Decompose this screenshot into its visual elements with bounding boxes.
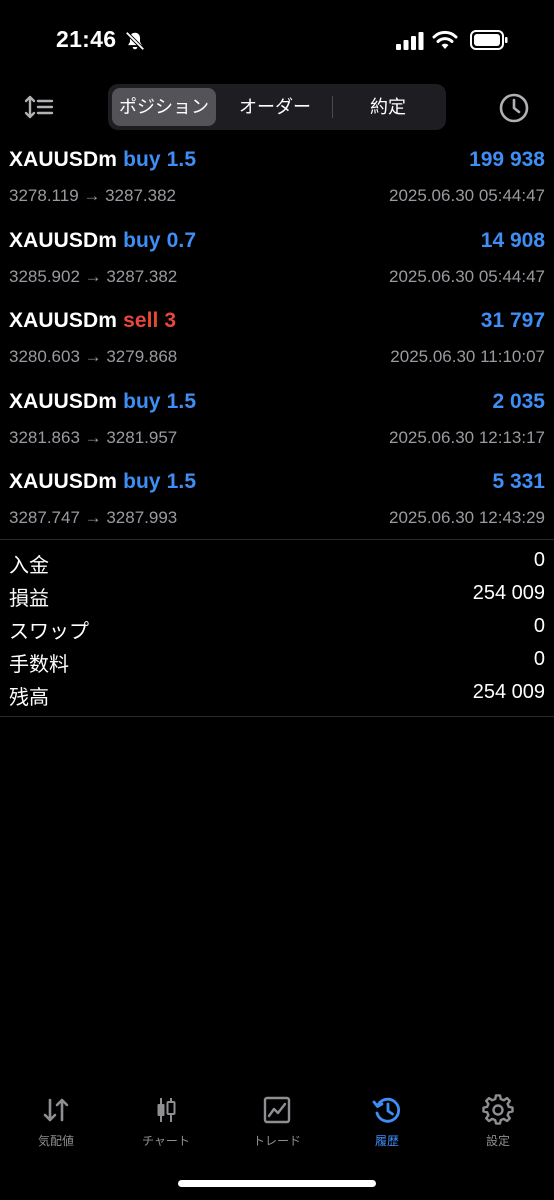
bottom-tab-bar: 気配値 チャート トレード 履歴 設定: [0, 1090, 554, 1160]
deal-side: buy 1.5: [123, 389, 197, 413]
deal-side: buy 1.5: [123, 148, 197, 171]
tab-label: チャート: [142, 1134, 190, 1148]
deal-side: buy 0.7: [123, 228, 197, 252]
summary-label: 手数料: [9, 654, 69, 676]
deal-row[interactable]: XAUUSDm buy 1.5 5 331 3287.747 → 3287.993…: [0, 464, 554, 545]
segmented-control: ポジション オーダー 約定: [108, 84, 446, 130]
sort-icon[interactable]: [24, 94, 54, 120]
deal-prices: 3278.119 → 3287.382: [9, 186, 176, 205]
deals-list: XAUUSDm buy 1.5 199 938 3278.119 → 3287.3…: [0, 142, 554, 545]
symbol-name: XAUUSDm: [9, 389, 118, 413]
summary-label: 損益: [9, 588, 49, 610]
deal-profit: 199 938: [469, 148, 545, 171]
summary-row-deposit: 入金 0: [0, 546, 554, 579]
deal-profit: 5 331: [492, 470, 545, 493]
deal-time: 2025.06.30 11:10:07: [390, 347, 545, 366]
battery-icon: [470, 30, 508, 50]
deal-profit: 14 908: [480, 228, 545, 252]
tab-trade[interactable]: トレード: [222, 1090, 332, 1154]
tab-orders[interactable]: オーダー: [220, 88, 330, 126]
status-bar: 21:46: [0, 0, 554, 84]
summary-row-profit: 損益 254 009: [0, 579, 554, 612]
tab-history[interactable]: 履歴: [332, 1090, 442, 1154]
deal-row[interactable]: XAUUSDm buy 0.7 14 908 3285.902 → 3287.38…: [0, 223, 554, 304]
summary-divider-top: [0, 539, 554, 540]
tab-settings[interactable]: 設定: [443, 1090, 553, 1154]
summary-value: 0: [533, 648, 545, 670]
trade-chart-icon: [263, 1096, 291, 1124]
deal-time: 2025.06.30 12:43:29: [389, 508, 545, 527]
deal-side: buy 1.5: [123, 470, 197, 493]
symbol-name: XAUUSDm: [9, 228, 118, 252]
summary-value: 254 009: [472, 582, 545, 604]
deal-prices: 3287.747 → 3287.993: [9, 508, 178, 527]
symbol-name: XAUUSDm: [9, 309, 118, 332]
deal-profit: 31 797: [480, 309, 545, 332]
deal-symbol: XAUUSDm buy 1.5: [9, 148, 196, 172]
summary-divider-bottom: [0, 716, 554, 717]
tab-quotes[interactable]: 気配値: [1, 1090, 111, 1154]
deal-row[interactable]: XAUUSDm buy 1.5 2 035 3281.863 → 3281.957…: [0, 384, 554, 465]
deal-row[interactable]: XAUUSDm buy 1.5 199 938 3278.119 → 3287.3…: [0, 142, 554, 223]
toolbar: ポジション オーダー 約定: [0, 84, 554, 132]
deal-side: sell 3: [123, 309, 177, 332]
deal-row[interactable]: XAUUSDm sell 3 31 797 3280.603 → 3279.868…: [0, 303, 554, 384]
bell-muted-icon: [125, 31, 145, 51]
summary-row-balance: 残高 254 009: [0, 678, 554, 711]
cellular-signal-icon: [396, 32, 424, 50]
deal-symbol: XAUUSDm buy 1.5: [9, 470, 196, 494]
status-time: 21:46: [56, 26, 117, 52]
summary-value: 0: [533, 549, 545, 571]
summary: 入金 0 損益 254 009 スワップ 0 手数料 0 残高 254 009: [0, 546, 554, 711]
deal-symbol: XAUUSDm buy 1.5: [9, 390, 196, 414]
summary-row-commission: 手数料 0: [0, 645, 554, 678]
deal-time: 2025.06.30 12:13:17: [389, 427, 545, 447]
home-indicator[interactable]: [178, 1180, 376, 1187]
tab-positions[interactable]: ポジション: [112, 88, 216, 126]
summary-row-swap: スワップ 0: [0, 612, 554, 645]
tab-label: 設定: [485, 1134, 510, 1148]
history-icon: [372, 1097, 401, 1123]
deal-prices: 3280.603 → 3279.868: [9, 347, 178, 366]
deal-prices: 3281.863 → 3281.957: [9, 427, 178, 447]
candlestick-chart-icon: [157, 1098, 176, 1122]
deal-time: 2025.06.30 05:44:47: [389, 266, 545, 286]
deal-symbol: XAUUSDm sell 3: [9, 309, 176, 333]
segment-divider: [332, 96, 333, 118]
deal-symbol: XAUUSDm buy 0.7: [9, 229, 196, 253]
summary-label: 入金: [9, 555, 49, 577]
summary-label: スワップ: [9, 621, 89, 643]
wifi-icon: [432, 30, 458, 49]
clock-icon[interactable]: [498, 92, 530, 124]
summary-value: 0: [533, 615, 545, 637]
symbol-name: XAUUSDm: [9, 148, 118, 171]
tab-label: 気配値: [37, 1134, 74, 1148]
tab-label: トレード: [252, 1134, 301, 1148]
gear-icon: [482, 1094, 514, 1125]
tab-deals[interactable]: 約定: [334, 88, 442, 126]
quotes-arrows-icon: [43, 1098, 69, 1122]
tab-chart[interactable]: チャート: [111, 1090, 221, 1154]
deal-profit: 2 035: [492, 389, 545, 413]
symbol-name: XAUUSDm: [9, 470, 118, 493]
deal-prices: 3285.902 → 3287.382: [9, 266, 178, 286]
summary-value: 254 009: [472, 681, 545, 703]
deal-time: 2025.06.30 05:44:47: [389, 186, 545, 205]
tab-label: 履歴: [374, 1134, 399, 1148]
summary-label: 残高: [9, 687, 49, 709]
